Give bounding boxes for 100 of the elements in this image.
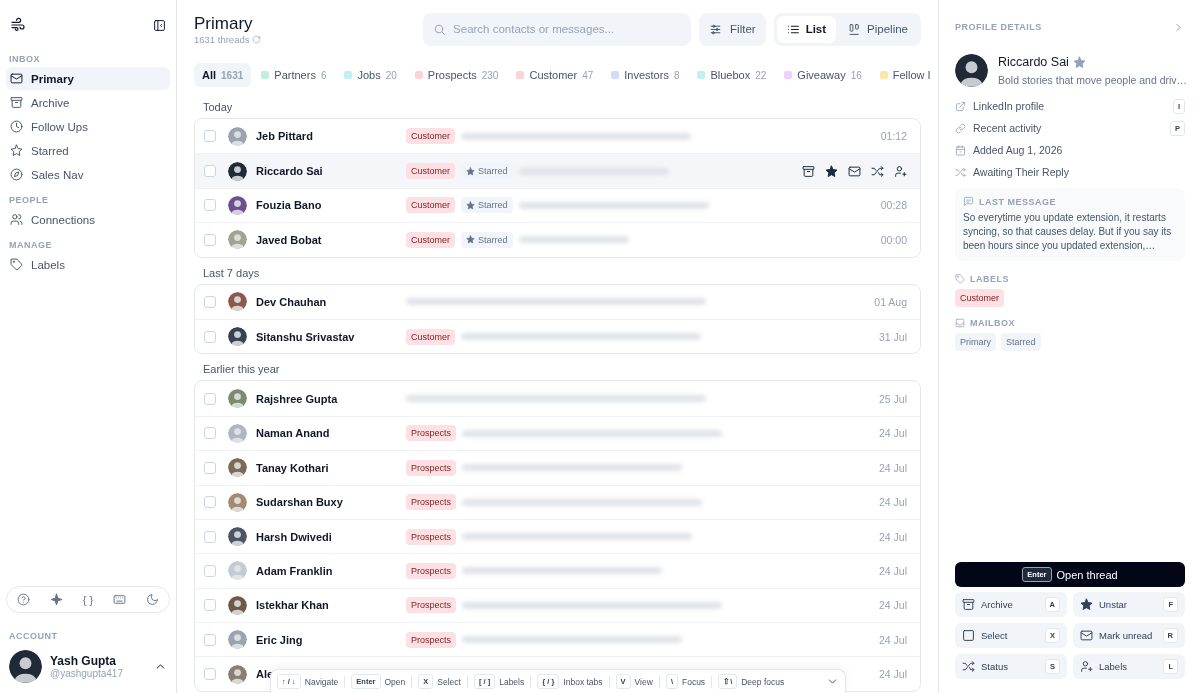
star-icon bbox=[466, 235, 475, 245]
label-tag: Prospects bbox=[406, 528, 457, 545]
search-field[interactable]: Search contacts or messages... bbox=[423, 12, 692, 46]
thread-time: 24 Jul bbox=[878, 427, 907, 440]
thread-row[interactable]: Eric Jing Prospects 24 Jul bbox=[195, 622, 920, 657]
checkbox[interactable] bbox=[204, 392, 216, 405]
avatar bbox=[228, 423, 247, 443]
refresh-icon[interactable] bbox=[252, 34, 262, 44]
thread-row[interactable]: Javed Bobat Customer Starred 00:00 bbox=[195, 222, 920, 257]
shuffle-icon[interactable] bbox=[871, 164, 884, 178]
thread-time: 24 Jul bbox=[878, 530, 907, 543]
thread-row[interactable]: Dev Chauhan 01 Aug bbox=[195, 284, 920, 319]
filter-tab[interactable]: Giveaway 16 bbox=[776, 63, 870, 87]
shortcut-label: Navigate bbox=[304, 676, 339, 687]
keyboard-icon[interactable] bbox=[113, 593, 127, 606]
checkbox[interactable] bbox=[204, 427, 216, 440]
filter-tab[interactable]: Investors 8 bbox=[603, 63, 688, 87]
shortcut-label: Open bbox=[384, 676, 406, 687]
checkbox[interactable] bbox=[204, 496, 216, 509]
user-plus-icon[interactable] bbox=[894, 164, 907, 178]
thread-row[interactable]: Harsh Dwivedi Prospects 24 Jul bbox=[195, 518, 920, 554]
clock-icon bbox=[10, 120, 23, 133]
thread-row[interactable]: Sudarshan Buxy Prospects 24 Jul bbox=[195, 484, 920, 519]
filter-tab[interactable]: Bluebox 22 bbox=[689, 63, 775, 87]
profile-bio: Bold stories that move people and driv… bbox=[998, 74, 1188, 86]
star-icon[interactable] bbox=[825, 164, 838, 178]
thread-time: 00:00 bbox=[880, 233, 907, 246]
tab-label: Customer bbox=[529, 69, 578, 81]
profile-detail[interactable]: Recent activity bbox=[973, 122, 1042, 134]
filter-tab[interactable]: Customer 47 bbox=[508, 63, 602, 87]
sidebar-item[interactable]: Starred bbox=[6, 139, 170, 162]
code-button[interactable]: { } bbox=[82, 593, 94, 606]
contact-name: Dev Chauhan bbox=[256, 295, 327, 308]
checkbox[interactable] bbox=[204, 330, 216, 343]
tab-label: Bluebox bbox=[710, 69, 751, 81]
thread-row[interactable]: Riccardo Sai Customer Starred bbox=[195, 153, 920, 188]
compass-icon bbox=[10, 168, 23, 181]
checkbox[interactable] bbox=[204, 461, 216, 474]
logo-icon bbox=[10, 17, 26, 33]
sidebar-item[interactable]: Follow Ups bbox=[6, 115, 170, 138]
thread-row[interactable]: Sitanshu Srivastav Customer 31 Jul bbox=[195, 318, 920, 354]
tab-count: 16 bbox=[850, 69, 862, 81]
sidebar-item[interactable]: Primary bbox=[6, 67, 170, 90]
thread-row[interactable]: Jeb Pittard Customer 01:12 bbox=[195, 119, 920, 154]
avatar bbox=[228, 126, 247, 146]
checkbox[interactable] bbox=[204, 530, 216, 543]
mail-icon[interactable] bbox=[848, 164, 861, 178]
filter-tab[interactable]: Prospects 230 bbox=[406, 63, 507, 87]
filter-tab[interactable]: Partners 6 bbox=[253, 63, 335, 87]
checkbox[interactable] bbox=[204, 130, 216, 143]
thread-row[interactable]: Fouzia Bano Customer Starred 00:28 bbox=[195, 187, 920, 223]
avatar bbox=[228, 292, 247, 312]
sliders-icon bbox=[709, 22, 723, 36]
filter-tab[interactable]: All 1631 bbox=[194, 63, 252, 87]
checkbox[interactable] bbox=[204, 199, 216, 212]
checkbox[interactable] bbox=[204, 295, 216, 308]
mail-icon bbox=[10, 72, 23, 85]
view-tab[interactable]: List bbox=[776, 15, 837, 43]
contact-name: Riccardo Sai bbox=[256, 165, 323, 178]
tab-label: Prospects bbox=[427, 69, 477, 81]
sidebar-item[interactable]: Archive bbox=[6, 91, 170, 114]
checkbox[interactable] bbox=[204, 633, 216, 646]
profile-detail[interactable]: LinkedIn profile bbox=[973, 100, 1045, 112]
sidebar-item[interactable]: Sales Nav bbox=[6, 163, 170, 186]
tab-count: 20 bbox=[385, 69, 397, 81]
thread-row[interactable]: Naman Anand Prospects 24 Jul bbox=[195, 415, 920, 451]
sidebar-item[interactable]: Connections bbox=[6, 208, 170, 231]
checkbox[interactable] bbox=[204, 565, 216, 577]
thread-row[interactable]: Istekhar Khan Prospects 24 Jul bbox=[195, 587, 920, 623]
help-icon[interactable] bbox=[16, 593, 30, 606]
tab-label: All bbox=[202, 69, 217, 81]
thread-row[interactable]: Adam Franklin Prospects 24 Jul bbox=[195, 553, 920, 588]
filter-button[interactable]: Filter bbox=[699, 12, 766, 46]
label-tag: Customer bbox=[406, 163, 455, 180]
sidebar-toggle-icon[interactable] bbox=[153, 18, 166, 32]
thread-time: 24 Jul bbox=[878, 565, 907, 577]
moon-icon[interactable] bbox=[146, 593, 159, 606]
group-heading: Earlier this year bbox=[202, 362, 281, 378]
section-heading: MANAGE bbox=[8, 239, 53, 252]
filter-tab[interactable]: Jobs 20 bbox=[336, 63, 405, 87]
sidebar-item[interactable]: Labels bbox=[6, 253, 170, 276]
thread-time: 24 Jul bbox=[878, 633, 907, 646]
contact-name: Rajshree Gupta bbox=[256, 392, 338, 405]
checkbox[interactable] bbox=[204, 233, 216, 246]
star-icon[interactable] bbox=[1072, 55, 1086, 69]
checkbox[interactable] bbox=[204, 668, 216, 681]
sparkle-icon[interactable] bbox=[49, 593, 63, 606]
profile-name: Riccardo Sai bbox=[998, 55, 1069, 69]
label-tag: Customer bbox=[406, 231, 455, 248]
archive-icon[interactable] bbox=[802, 164, 815, 178]
thread-row[interactable]: Rajshree Gupta 25 Jul bbox=[195, 381, 920, 416]
mailbox-tag: Primary bbox=[955, 333, 996, 351]
checkbox[interactable] bbox=[204, 599, 216, 612]
filter-tab[interactable]: Fellow I bbox=[871, 63, 938, 87]
checkbox[interactable] bbox=[204, 165, 216, 178]
label-tag: Customer bbox=[406, 128, 455, 145]
square-icon bbox=[962, 629, 975, 642]
thread-row[interactable]: Tanay Kothari Prospects 24 Jul bbox=[195, 450, 920, 485]
view-tab[interactable]: Pipeline bbox=[838, 15, 918, 43]
label-tag: Customer bbox=[955, 289, 1004, 307]
